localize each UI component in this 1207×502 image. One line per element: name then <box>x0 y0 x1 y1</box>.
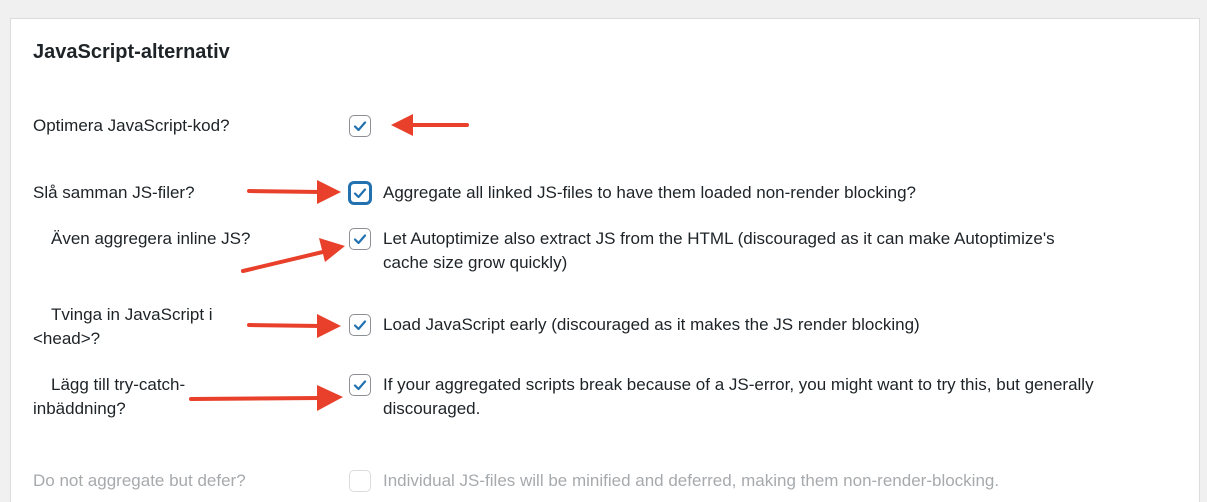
option-label: Optimera JavaScript-kod? <box>33 116 230 135</box>
option-label: Även aggregera inline JS? <box>51 229 251 248</box>
option-label: Do not aggregate but defer? <box>33 471 246 490</box>
optimize-js-checkbox[interactable] <box>349 115 371 137</box>
try-catch-checkbox[interactable] <box>349 374 371 396</box>
option-description: Aggregate all linked JS-files to have th… <box>383 183 916 202</box>
inline-js-checkbox[interactable] <box>349 228 371 250</box>
option-description: Individual JS-files will be minified and… <box>383 471 1000 490</box>
checkmark-icon <box>353 121 367 132</box>
force-head-checkbox[interactable] <box>349 314 371 336</box>
checkmark-icon <box>353 234 367 245</box>
settings-panel: JavaScript-alternativ Optimera JavaScrip… <box>10 18 1200 502</box>
checkmark-icon <box>353 188 367 199</box>
section-title: JavaScript-alternativ <box>33 41 230 63</box>
annotation-arrow-icon <box>247 180 341 204</box>
annotation-arrow-icon <box>189 385 343 411</box>
annotation-arrow-icon <box>241 238 345 273</box>
option-label: Slå samman JS-filer? <box>33 183 195 202</box>
option-description: Load JavaScript early (discouraged as it… <box>383 315 920 334</box>
option-description: If your aggregated scripts break because… <box>383 375 1094 418</box>
annotation-arrow-icon <box>391 114 469 136</box>
aggregate-js-checkbox[interactable] <box>349 182 371 204</box>
option-description: Let Autoptimize also extract JS from the… <box>383 229 1055 272</box>
option-label: Tvinga in JavaScript i <head>? <box>33 305 213 348</box>
defer-checkbox[interactable] <box>349 470 371 492</box>
annotation-arrow-icon <box>247 314 341 338</box>
checkmark-icon <box>353 380 367 391</box>
checkmark-icon <box>353 320 367 331</box>
